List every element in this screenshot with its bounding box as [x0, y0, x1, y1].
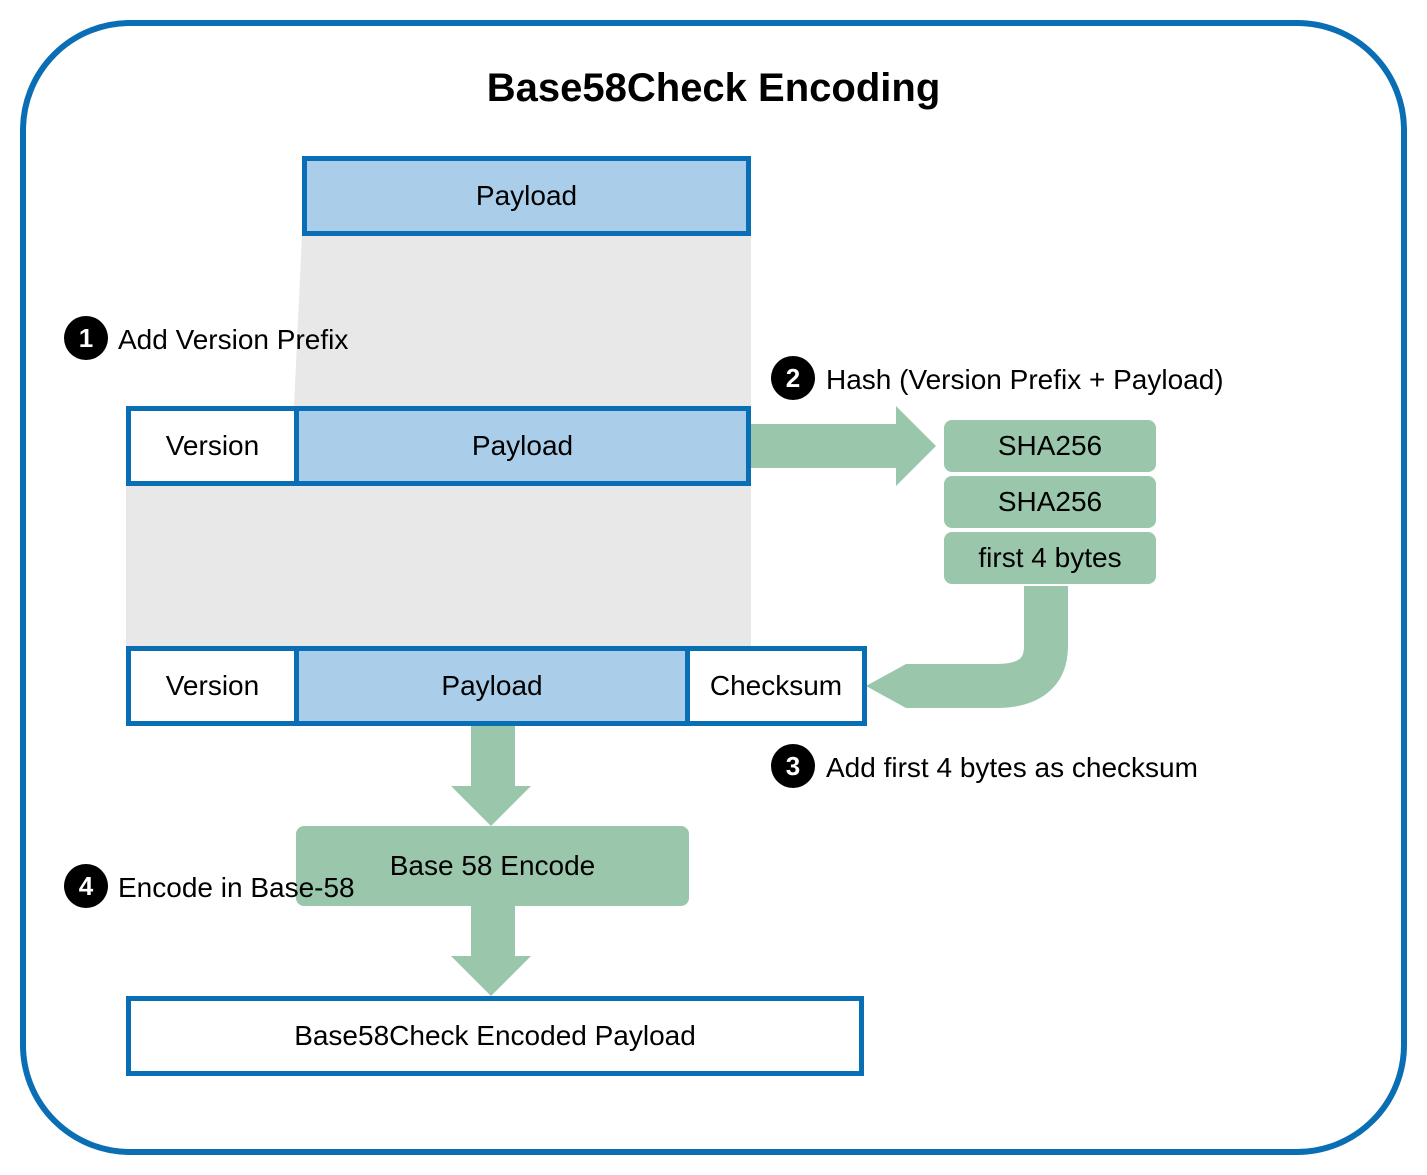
- arrow-to-encode: [451, 726, 531, 826]
- step1-num: 1: [79, 323, 93, 354]
- row1-version-label: Version: [166, 430, 259, 462]
- row1-payload-label: Payload: [472, 430, 573, 462]
- step1-label: Add Version Prefix: [118, 324, 348, 356]
- step4-badge: 4: [64, 864, 108, 908]
- diagram-title: Base58Check Encoding: [26, 66, 1401, 111]
- hash-sha256-1: SHA256: [944, 420, 1156, 472]
- row2-version-box: Version: [126, 646, 299, 726]
- result-label: Base58Check Encoded Payload: [294, 1020, 696, 1052]
- row2-checksum-label: Checksum: [710, 670, 842, 702]
- arrow-to-hash: [751, 406, 936, 486]
- arrow-to-checksum: [866, 586, 1046, 708]
- hash-sha256-2: SHA256: [944, 476, 1156, 528]
- step4-label: Encode in Base-58: [118, 872, 355, 904]
- base58-encode-box: Base 58 Encode: [296, 826, 689, 906]
- row2-version-label: Version: [166, 670, 259, 702]
- row0-payload-label: Payload: [476, 180, 577, 212]
- hash-first4bytes: first 4 bytes: [944, 532, 1156, 584]
- row2-checksum-box: Checksum: [685, 646, 867, 726]
- row1-payload-box: Payload: [294, 406, 751, 486]
- step3-label: Add first 4 bytes as checksum: [826, 752, 1198, 784]
- step4-num: 4: [79, 871, 93, 902]
- hash-line3: first 4 bytes: [978, 542, 1121, 574]
- encode-label: Base 58 Encode: [390, 850, 596, 882]
- step1-badge: 1: [64, 316, 108, 360]
- step3-num: 3: [786, 751, 800, 782]
- step2-label: Hash (Version Prefix + Payload): [826, 364, 1224, 396]
- hash-line1: SHA256: [998, 430, 1102, 462]
- row0-payload-box: Payload: [302, 156, 751, 236]
- diagram-frame: Base58Check Encoding Payload: [20, 20, 1407, 1155]
- row2-payload-box: Payload: [294, 646, 690, 726]
- row1-version-box: Version: [126, 406, 299, 486]
- step2-badge: 2: [771, 356, 815, 400]
- arrow-to-result: [451, 906, 531, 996]
- step3-badge: 3: [771, 744, 815, 788]
- result-box: Base58Check Encoded Payload: [126, 996, 864, 1076]
- hash-line2: SHA256: [998, 486, 1102, 518]
- step2-num: 2: [786, 363, 800, 394]
- row2-payload-label: Payload: [441, 670, 542, 702]
